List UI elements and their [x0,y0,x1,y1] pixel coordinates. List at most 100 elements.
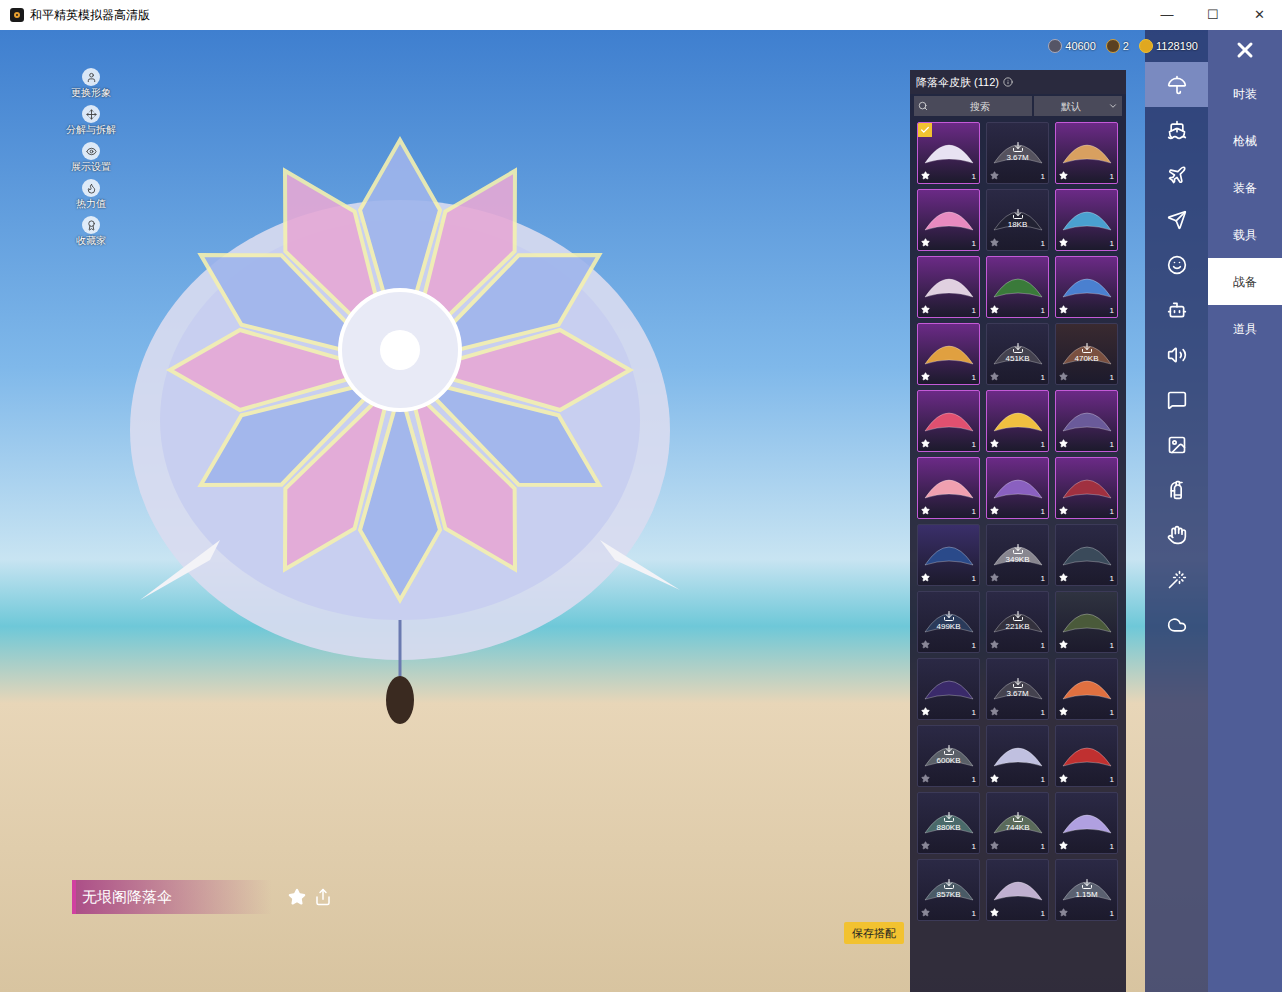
star-icon[interactable] [1059,573,1068,582]
parachute-skin-tile[interactable]: 744KB1 [986,792,1049,854]
star-icon[interactable] [921,841,930,850]
close-icon[interactable] [1233,38,1257,62]
parachute-skin-tile[interactable]: 3.67M1 [986,658,1049,720]
star-icon[interactable] [990,573,999,582]
star-icon[interactable] [1059,640,1068,649]
category-tab[interactable]: 时装 [1208,70,1282,117]
help-icon[interactable] [1003,77,1013,87]
parachute-skin-tile[interactable]: 349KB1 [986,524,1049,586]
star-icon[interactable] [1059,774,1068,783]
star-icon[interactable] [921,640,930,649]
star-icon[interactable] [921,439,930,448]
category-tab[interactable]: 枪械 [1208,117,1282,164]
parachute-skin-tile[interactable]: 1 [1055,524,1118,586]
parachute-skin-tile[interactable]: 1 [1055,658,1118,720]
star-icon[interactable] [1059,707,1068,716]
parachute-skin-tile[interactable]: 1 [1055,390,1118,452]
star-icon[interactable] [921,573,930,582]
star-icon[interactable] [990,372,999,381]
star-icon[interactable] [921,774,930,783]
star-icon[interactable] [921,372,930,381]
parachute-skin-tile[interactable]: 857KB1 [917,859,980,921]
star-icon[interactable] [1059,238,1068,247]
nav-icon-button[interactable] [1145,332,1208,377]
star-icon[interactable] [1059,841,1068,850]
left-tool-button[interactable]: 热力值 [64,179,118,210]
star-icon[interactable] [1059,305,1068,314]
left-tool-button[interactable]: 分解与拆解 [64,105,118,136]
parachute-skin-tile[interactable]: 1 [917,189,980,251]
parachute-skin-tile[interactable]: 1 [986,859,1049,921]
nav-icon-button[interactable] [1145,62,1208,107]
star-icon[interactable] [990,506,999,515]
parachute-skin-tile[interactable]: 1 [917,256,980,318]
star-icon[interactable] [921,908,930,917]
parachute-skin-tile[interactable]: 880KB1 [917,792,980,854]
nav-icon-button[interactable] [1145,377,1208,422]
nav-icon-button[interactable] [1145,197,1208,242]
parachute-skin-tile[interactable]: 1 [986,457,1049,519]
parachute-skin-tile[interactable]: 1 [917,122,980,184]
category-tab[interactable]: 战备 [1208,258,1282,305]
nav-icon-button[interactable] [1145,467,1208,512]
parachute-skin-tile[interactable]: 1 [1055,256,1118,318]
parachute-skin-tile[interactable]: 600KB1 [917,725,980,787]
nav-icon-button[interactable] [1145,557,1208,602]
parachute-skin-tile[interactable]: 1 [1055,189,1118,251]
favorite-icon[interactable] [288,888,306,906]
nav-icon-button[interactable] [1145,602,1208,647]
parachute-skin-tile[interactable]: 1 [1055,457,1118,519]
search-field[interactable]: 搜索 [914,96,1032,116]
parachute-skin-tile[interactable]: 1 [917,323,980,385]
star-icon[interactable] [990,640,999,649]
nav-icon-button[interactable] [1145,512,1208,557]
star-icon[interactable] [990,305,999,314]
window-control[interactable]: ✕ [1236,0,1282,30]
window-control[interactable]: — [1144,0,1190,30]
parachute-skin-tile[interactable]: 1 [917,658,980,720]
save-outfit-button[interactable]: 保存搭配 [844,922,904,945]
nav-icon-button[interactable] [1145,242,1208,287]
star-icon[interactable] [990,171,999,180]
star-icon[interactable] [990,439,999,448]
nav-icon-button[interactable] [1145,287,1208,332]
window-control[interactable]: ☐ [1190,0,1236,30]
nav-icon-button[interactable] [1145,152,1208,197]
star-icon[interactable] [1059,908,1068,917]
parachute-skin-tile[interactable]: 470KB1 [1055,323,1118,385]
left-tool-button[interactable]: 收藏家 [64,216,118,247]
parachute-skin-tile[interactable]: 3.67M1 [986,122,1049,184]
parachute-skin-tile[interactable]: 1 [917,524,980,586]
category-tab[interactable]: 装备 [1208,164,1282,211]
star-icon[interactable] [1059,506,1068,515]
left-tool-button[interactable]: 展示设置 [64,142,118,173]
star-icon[interactable] [1059,372,1068,381]
star-icon[interactable] [990,707,999,716]
star-icon[interactable] [990,238,999,247]
star-icon[interactable] [921,171,930,180]
parachute-skin-tile[interactable]: 1 [986,390,1049,452]
parachute-skin-tile[interactable]: 451KB1 [986,323,1049,385]
star-icon[interactable] [921,506,930,515]
nav-icon-button[interactable] [1145,422,1208,467]
parachute-skin-tile[interactable]: 1 [917,390,980,452]
parachute-skin-tile[interactable]: 1 [986,725,1049,787]
parachute-skin-tile[interactable]: 499KB1 [917,591,980,653]
parachute-skin-tile[interactable]: 1.15M1 [1055,859,1118,921]
star-icon[interactable] [990,774,999,783]
category-tab[interactable]: 载具 [1208,211,1282,258]
nav-icon-button[interactable] [1145,107,1208,152]
parachute-skin-tile[interactable]: 1 [1055,792,1118,854]
star-icon[interactable] [921,707,930,716]
parachute-skin-tile[interactable]: 1 [1055,591,1118,653]
star-icon[interactable] [1059,171,1068,180]
star-icon[interactable] [921,238,930,247]
left-tool-button[interactable]: 更换形象 [64,68,118,99]
share-icon[interactable] [314,888,332,906]
star-icon[interactable] [921,305,930,314]
sort-dropdown[interactable]: 默认 [1034,96,1122,116]
star-icon[interactable] [990,908,999,917]
parachute-skin-tile[interactable]: 1 [1055,725,1118,787]
parachute-skin-tile[interactable]: 18KB1 [986,189,1049,251]
category-tab[interactable]: 道具 [1208,305,1282,352]
